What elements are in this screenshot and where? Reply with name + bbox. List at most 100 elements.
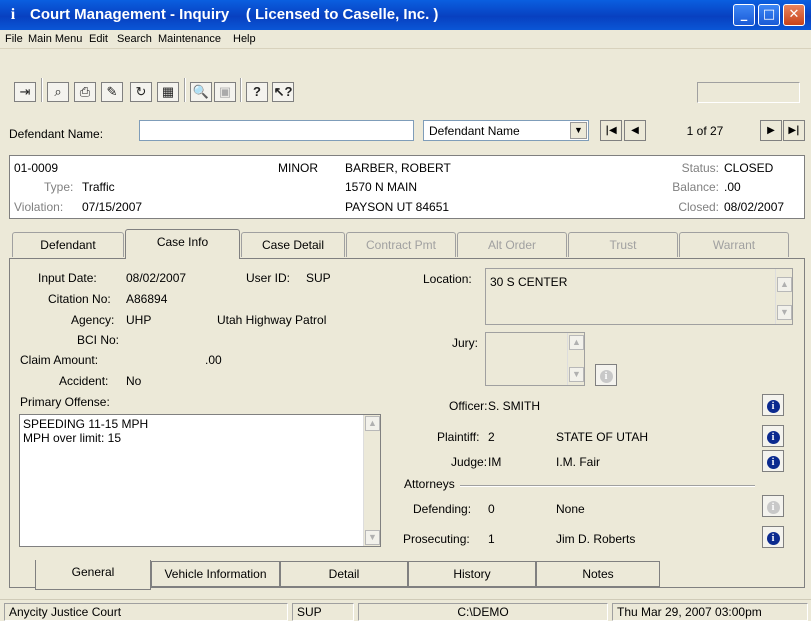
defending-info-button[interactable]: i [762, 495, 784, 517]
plaintiff-code: 2 [488, 430, 495, 444]
last-record-button[interactable]: ▶| [783, 120, 805, 141]
bci-label: BCI No: [77, 333, 120, 347]
menu-edit[interactable]: Edit [89, 33, 108, 45]
citation-value: A86894 [126, 292, 168, 306]
tab-defendant[interactable]: Defendant [12, 232, 124, 257]
officer-value: S. SMITH [488, 399, 541, 413]
primary-offense-line1: SPEEDING 11-15 MPH [23, 417, 149, 431]
info-icon: i [766, 400, 780, 413]
defending-name: None [556, 502, 585, 516]
tab-contract-pmt: Contract Pmt [346, 232, 456, 257]
tab-history[interactable]: History [408, 561, 536, 587]
judge-label: Judge: [451, 455, 488, 469]
tab-notes[interactable]: Notes [536, 561, 660, 587]
calendar-icon[interactable]: ▦ [157, 82, 179, 102]
officer-label: Officer: [449, 399, 488, 413]
closed-label: Closed: [678, 200, 719, 214]
plaintiff-info-button[interactable]: i [762, 425, 784, 447]
prosecuting-info-button[interactable]: i [762, 526, 784, 548]
context-help-icon[interactable]: ↖? [272, 82, 294, 102]
minor-flag: MINOR [278, 161, 318, 175]
closed-date: 08/02/2007 [724, 200, 785, 214]
next-record-button[interactable]: ▶ [760, 120, 782, 141]
agency-label: Agency: [71, 313, 115, 327]
jury-field[interactable]: ▲ ▼ [485, 332, 585, 386]
case-type: Traffic [82, 180, 115, 194]
tab-vehicle-information[interactable]: Vehicle Information [151, 561, 280, 587]
prosecuting-code: 1 [488, 532, 495, 546]
zoom-icon[interactable]: 🔍 [190, 82, 212, 102]
primary-offense-scrollbar[interactable]: ▲ ▼ [363, 415, 380, 546]
search-mode-value: Defendant Name [429, 124, 520, 138]
exit-icon[interactable]: ⇥ [14, 82, 36, 102]
menu-search[interactable]: Search [117, 33, 152, 45]
primary-offense-label: Primary Offense: [20, 395, 110, 409]
defendant-name-input[interactable] [139, 120, 414, 141]
judge-info-button[interactable]: i [762, 450, 784, 472]
info-icon: i [766, 532, 780, 545]
scroll-up-icon[interactable]: ▲ [777, 277, 792, 292]
defending-code: 0 [488, 502, 495, 516]
tab-detail[interactable]: Detail [280, 561, 408, 587]
judge-name: I.M. Fair [556, 455, 600, 469]
maximize-button[interactable]: □ [758, 4, 780, 26]
binoculars-icon[interactable]: ⌕ [47, 82, 69, 102]
case-status: CLOSED [724, 161, 774, 175]
menu-maintenance[interactable]: Maintenance [158, 33, 221, 45]
close-button[interactable]: ✕ [783, 4, 805, 26]
first-record-button[interactable]: |◀ [600, 120, 622, 141]
jury-label: Jury: [452, 336, 479, 350]
scroll-down-icon[interactable]: ▼ [365, 530, 380, 545]
primary-offense-line2: MPH over limit: 15 [23, 431, 122, 445]
tab-case-detail[interactable]: Case Detail [241, 232, 345, 257]
edit-icon[interactable]: ✎ [101, 82, 123, 102]
info-icon: i [766, 456, 780, 469]
tab-case-info[interactable]: Case Info [125, 229, 240, 259]
toolbar-separator [184, 78, 186, 102]
accident-value: No [126, 374, 142, 388]
menu-help[interactable]: Help [233, 33, 256, 45]
case-summary-panel: 01-0009 MINOR Type: Traffic Violation: 0… [9, 155, 805, 219]
print-icon[interactable]: ⎙ [74, 82, 96, 102]
search-mode-select[interactable]: Defendant Name ▼ [423, 120, 589, 141]
title-bar[interactable]: i Court Management - Inquiry ( Licensed … [0, 0, 811, 30]
claim-amount-value: .00 [205, 353, 222, 367]
defendant-address-line2: PAYSON UT 84651 [345, 200, 450, 214]
jury-scrollbar[interactable]: ▲ ▼ [567, 333, 584, 385]
status-label: Status: [681, 161, 719, 175]
officer-info-button[interactable]: i [762, 394, 784, 416]
tab-warrant: Warrant [679, 232, 789, 257]
previous-record-button[interactable]: ◀ [624, 120, 646, 141]
defendant-name: BARBER, ROBERT [345, 161, 451, 175]
accident-label: Accident: [59, 374, 109, 388]
chevron-down-icon[interactable]: ▼ [570, 122, 587, 139]
refresh-icon[interactable]: ↻ [130, 82, 152, 102]
input-date-value: 08/02/2007 [126, 271, 187, 285]
minimize-button[interactable]: _ [733, 4, 755, 26]
menu-main-menu[interactable]: Main Menu [28, 33, 82, 45]
menu-file[interactable]: File [5, 33, 23, 45]
violation-date: 07/15/2007 [82, 200, 143, 214]
location-value: 30 S CENTER [490, 275, 568, 289]
info-icon: i [599, 370, 613, 383]
scroll-down-icon[interactable]: ▼ [569, 367, 584, 382]
tab-alt-order: Alt Order [457, 232, 567, 257]
tab-general[interactable]: General [35, 560, 151, 590]
jury-info-button[interactable]: i [595, 364, 617, 386]
location-field[interactable]: 30 S CENTER ▲ ▼ [485, 268, 793, 325]
defending-label: Defending: [413, 502, 472, 516]
location-scrollbar[interactable]: ▲ ▼ [775, 269, 792, 324]
scroll-up-icon[interactable]: ▲ [569, 335, 584, 350]
scroll-up-icon[interactable]: ▲ [365, 416, 380, 431]
window-title-text: Court Management - Inquiry [30, 6, 230, 23]
window-license: ( Licensed to Caselle, Inc. ) [245, 6, 439, 23]
primary-offense-textarea[interactable]: SPEEDING 11-15 MPH MPH over limit: 15 ▲ … [19, 414, 381, 547]
image-icon[interactable]: ▣ [214, 82, 236, 102]
defendant-name-label: Defendant Name: [9, 127, 104, 141]
help-icon[interactable]: ? [246, 82, 268, 102]
agency-code: UHP [126, 313, 152, 327]
info-icon: i [766, 501, 780, 514]
status-user: SUP [292, 603, 354, 621]
scroll-down-icon[interactable]: ▼ [777, 305, 792, 320]
attorneys-label: Attorneys [404, 477, 455, 491]
